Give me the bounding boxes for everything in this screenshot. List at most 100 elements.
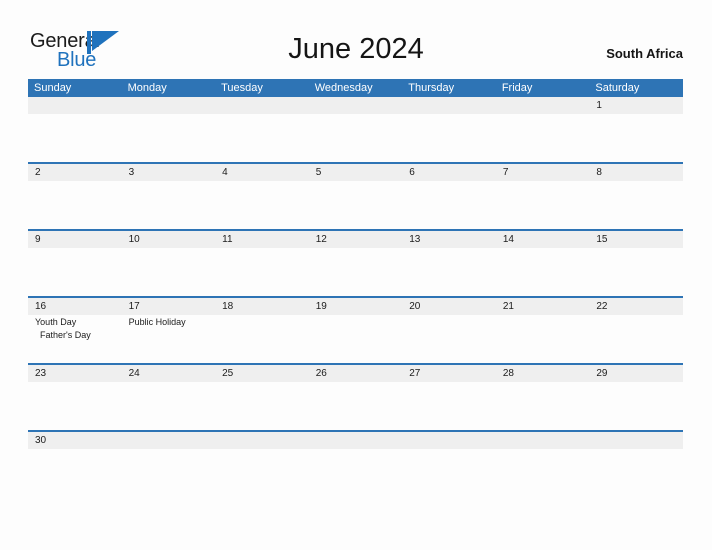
day-number: 30: [35, 435, 47, 446]
page-title: June 2024: [288, 33, 424, 65]
day-number: 19: [315, 301, 327, 312]
calendar-day-cell[interactable]: 13: [402, 231, 496, 296]
calendar-day-cell[interactable]: 8: [589, 164, 683, 229]
day-number: 7: [502, 167, 509, 178]
calendar-day-cell-empty: [215, 97, 309, 162]
calendar-day-cell[interactable]: 18: [215, 298, 309, 363]
day-number: 4: [222, 167, 228, 178]
day-event: Public Holiday: [128, 317, 186, 327]
day-number: 5: [315, 167, 322, 178]
calendar-day-cell[interactable]: 9: [28, 231, 122, 296]
calendar-day-cell[interactable]: 12: [309, 231, 403, 296]
calendar-week-body: 16 Youth Day Father's Day 17 Public Holiday 1…: [28, 298, 683, 363]
day-event: Youth Day: [35, 317, 77, 327]
calendar-day-cell-empty: [402, 97, 496, 162]
calendar-day-cell-empty: [402, 432, 496, 451]
weekday-header-row: Sunday Monday Tuesday Wednesday Thursday Frid…: [28, 79, 683, 97]
calendar-day-cell[interactable]: 30: [28, 432, 122, 451]
calendar-day-cell-empty: [28, 97, 122, 162]
calendar-week-body: 30: [28, 432, 683, 451]
calendar-day-cell[interactable]: 19: [309, 298, 403, 363]
calendar-day-cell[interactable]: 1: [589, 97, 683, 162]
calendar-day-cell[interactable]: 2: [28, 164, 122, 229]
calendar-week-row: 23 24 25 26 27 28 29: [28, 363, 683, 430]
day-number: [503, 433, 590, 448]
calendar-day-cell-empty: [122, 97, 216, 162]
calendar-day-cell-empty: [496, 97, 590, 162]
calendar-week-body: 1: [28, 97, 683, 162]
day-number: 26: [315, 368, 327, 379]
day-event-list: Public Holiday: [129, 316, 216, 329]
calendar-week-row: 30: [28, 430, 683, 451]
day-number: 2: [35, 167, 41, 178]
day-number: 29: [596, 368, 608, 379]
day-number: 13: [409, 234, 421, 245]
calendar-day-cell-empty: [309, 97, 403, 162]
calendar-week-row: 9 10 11 12 13 14 15: [28, 229, 683, 296]
calendar-day-cell[interactable]: 11: [215, 231, 309, 296]
calendar-day-cell[interactable]: 27: [402, 365, 496, 430]
day-number: 11: [222, 234, 233, 245]
weekday-header-saturday: Saturday: [595, 82, 640, 94]
day-number: 6: [409, 167, 415, 178]
calendar-day-cell[interactable]: 24: [122, 365, 216, 430]
calendar-day-cell[interactable]: 29: [589, 365, 683, 430]
calendar-day-cell-empty: [215, 432, 309, 451]
day-number: 17: [128, 301, 140, 312]
day-number: 28: [502, 368, 514, 379]
day-number: 21: [502, 301, 514, 312]
calendar-day-cell[interactable]: 10: [122, 231, 216, 296]
calendar-day-cell[interactable]: 16 Youth Day Father's Day: [28, 298, 122, 363]
day-number: [409, 98, 496, 113]
calendar-day-cell[interactable]: 23: [28, 365, 122, 430]
day-number: 15: [596, 234, 608, 245]
day-number: 9: [35, 234, 41, 245]
calendar-day-cell[interactable]: 5: [309, 164, 403, 229]
country-label: South Africa: [606, 46, 683, 61]
calendar-day-cell[interactable]: 20: [402, 298, 496, 363]
calendar-day-cell-empty: [589, 432, 683, 451]
calendar-day-cell[interactable]: 26: [309, 365, 403, 430]
calendar-week-body: 23 24 25 26 27 28 29: [28, 365, 683, 430]
day-number: 8: [596, 167, 602, 178]
calendar-week-row: 1: [28, 97, 683, 162]
day-number: 27: [409, 368, 421, 379]
calendar-day-cell[interactable]: 25: [215, 365, 309, 430]
calendar-day-cell[interactable]: 3: [122, 164, 216, 229]
day-number: 1: [596, 100, 602, 111]
day-number: [596, 433, 683, 448]
calendar-day-cell[interactable]: 4: [215, 164, 309, 229]
weekday-header-monday: Monday: [127, 82, 167, 94]
day-number: 10: [128, 234, 140, 245]
day-number: [409, 433, 496, 448]
calendar-day-cell[interactable]: 21: [496, 298, 590, 363]
calendar-day-cell-empty: [309, 432, 403, 451]
calendar-day-cell[interactable]: 14: [496, 231, 590, 296]
calendar-week-row: 16 Youth Day Father's Day 17 Public Holiday 1…: [28, 296, 683, 363]
day-number: [316, 433, 403, 448]
day-number: [222, 433, 309, 448]
calendar-day-cell[interactable]: 22: [589, 298, 683, 363]
calendar-week-body: 2 3 4 5 6 7 8: [28, 164, 683, 229]
day-number: [316, 98, 403, 113]
calendar-day-cell-empty: [122, 432, 216, 451]
calendar-day-cell[interactable]: 7: [496, 164, 590, 229]
day-number: 25: [222, 368, 234, 379]
day-number: 20: [409, 301, 421, 312]
day-number: [35, 98, 122, 113]
day-number: 24: [128, 368, 140, 379]
day-event-list: Youth Day Father's Day: [35, 316, 122, 342]
day-number: 22: [596, 301, 608, 312]
calendar-day-cell[interactable]: 15: [589, 231, 683, 296]
calendar-day-cell[interactable]: 28: [496, 365, 590, 430]
weekday-header-friday: Friday: [501, 82, 533, 94]
calendar-day-cell[interactable]: 6: [402, 164, 496, 229]
weekday-header-sunday: Sunday: [34, 82, 72, 94]
day-number: 23: [35, 368, 47, 379]
calendar-day-cell[interactable]: 17 Public Holiday: [122, 298, 216, 363]
day-number: [129, 98, 216, 113]
day-number: [503, 98, 590, 113]
calendar-week-row: 2 3 4 5 6 7 8: [28, 162, 683, 229]
day-number: 12: [315, 234, 327, 245]
day-number: 16: [35, 301, 47, 312]
